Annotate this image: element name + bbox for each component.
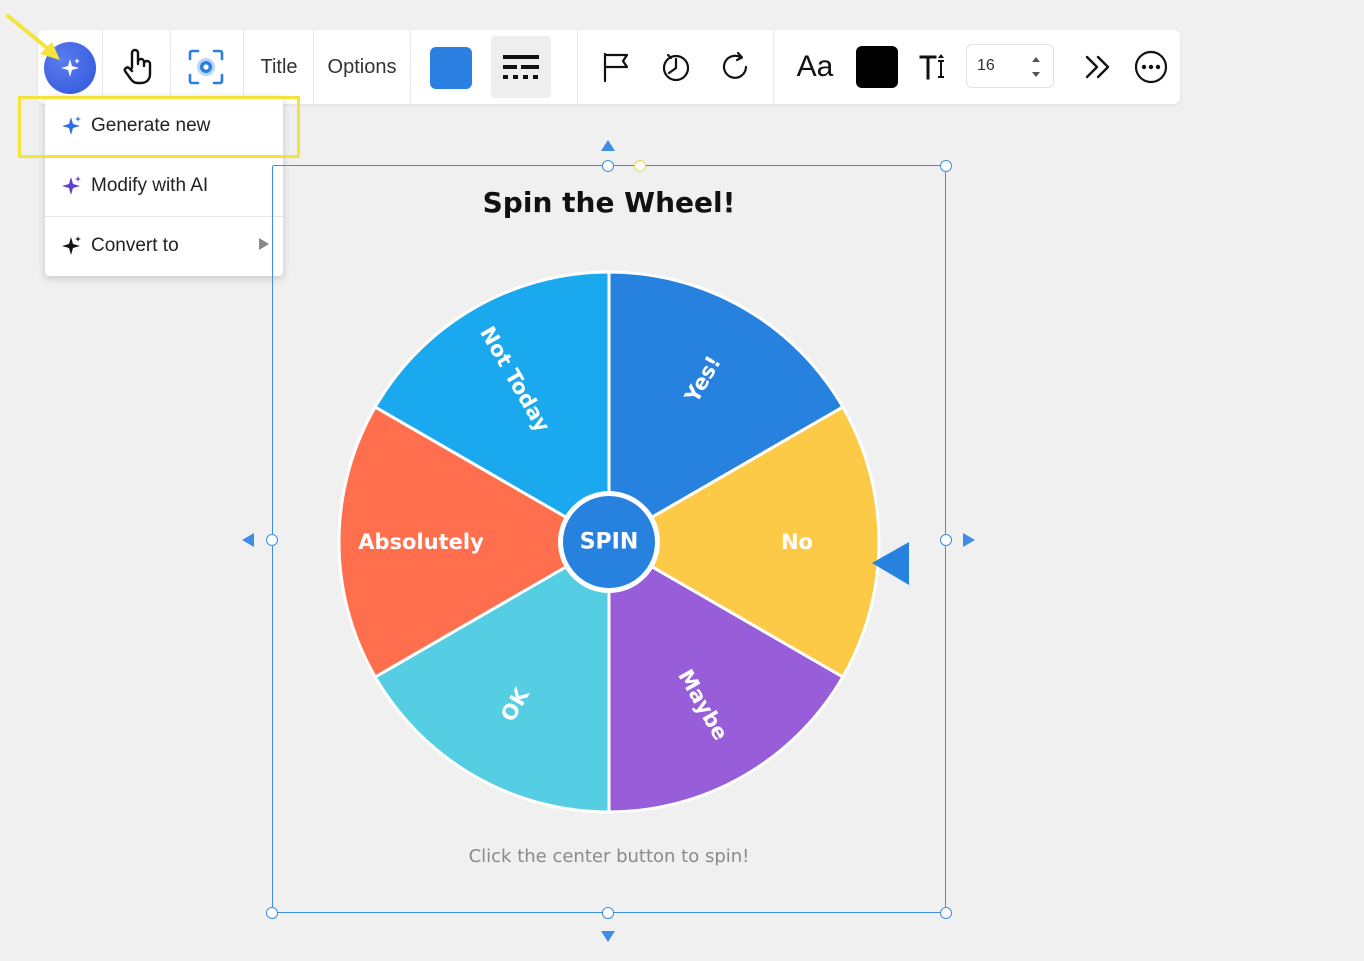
wheel-segment-label: Absolutely xyxy=(358,530,484,554)
wheel-caption: Click the center button to spin! xyxy=(468,846,750,867)
wheel-segment-label: No xyxy=(781,530,813,554)
spin-button-label[interactable]: SPIN xyxy=(580,530,639,555)
spin-wheel[interactable]: Yes!NoMaybeOKAbsolutelyNot TodaySPIN xyxy=(0,0,1364,961)
